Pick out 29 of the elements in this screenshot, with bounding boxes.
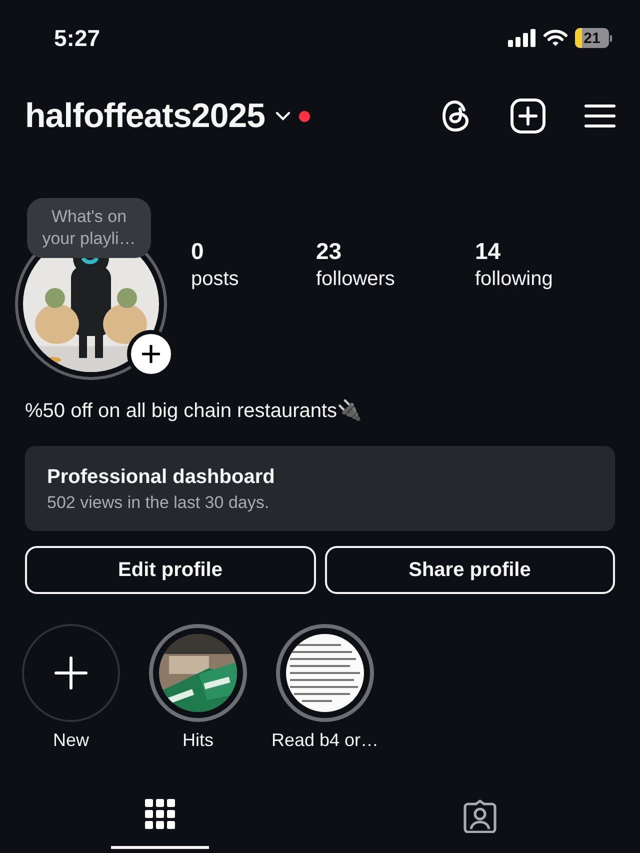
plus-icon: [142, 345, 160, 363]
bio-text: %50 off on all big chain restaurants🔌: [24, 398, 364, 424]
edit-profile-button[interactable]: Edit profile: [25, 546, 316, 594]
dashboard-title: Professional dashboard: [47, 466, 276, 489]
stat-label[interactable]: posts: [191, 268, 316, 291]
note-tooltip[interactable]: What's on your playli…: [27, 198, 151, 258]
highlight-label: Hits: [182, 730, 214, 751]
username[interactable]: halfoffeats2025: [25, 96, 266, 136]
menu-icon[interactable]: [584, 103, 616, 129]
stat-label[interactable]: following: [475, 268, 553, 291]
stat-label[interactable]: followers: [316, 268, 475, 291]
posts-tab[interactable]: [111, 799, 209, 849]
grid-icon: [145, 799, 175, 829]
highlight-label: New: [52, 730, 89, 751]
plus-icon: [54, 656, 88, 690]
signal-icon: [508, 29, 536, 47]
wifi-icon: [543, 29, 568, 47]
chevron-down-icon[interactable]: [275, 111, 292, 121]
dashboard-subtitle: 502 views in the last 30 days.: [47, 493, 270, 513]
status-time: 5:27: [54, 24, 100, 52]
add-icon[interactable]: [510, 98, 546, 134]
stat-count[interactable]: 0: [191, 238, 316, 265]
share-profile-button[interactable]: Share profile: [324, 546, 615, 594]
professional-dashboard-card[interactable]: Professional dashboard 502 views in the last 30 days.: [25, 446, 615, 531]
stat-count[interactable]: 14: [475, 238, 553, 265]
stat-count[interactable]: 23: [316, 238, 475, 265]
highlight-label: Read b4 or…: [271, 730, 379, 751]
battery-icon: 21: [575, 28, 612, 48]
person-tag-icon: [463, 799, 497, 833]
